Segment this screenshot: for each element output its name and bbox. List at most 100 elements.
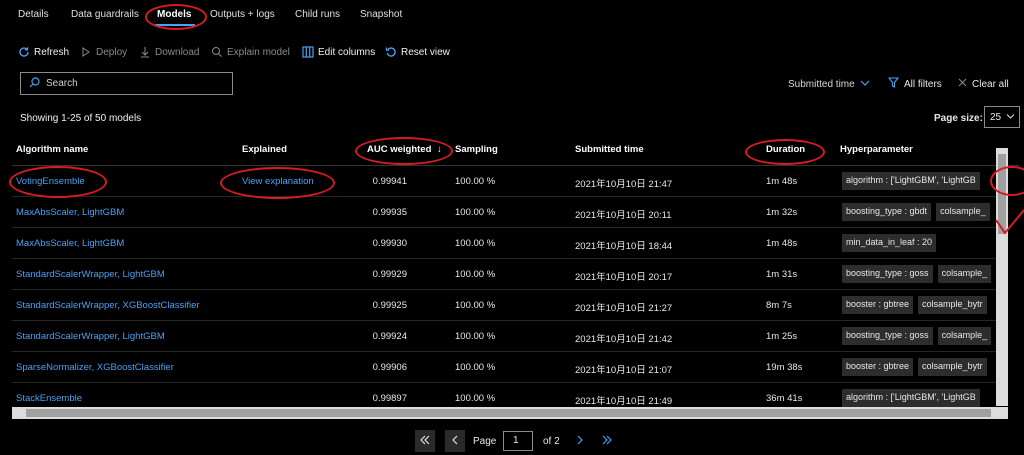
duration-value: 1m 48s: [766, 176, 798, 187]
pagination: Page 1 of 2: [415, 430, 625, 452]
tab-snapshot[interactable]: Snapshot: [360, 9, 402, 20]
duration-value: 1m 48s: [766, 238, 798, 249]
all-filters-button[interactable]: All filters: [887, 77, 942, 91]
table-row[interactable]: SparseNormalizer, XGBoostClassifier 0.999…: [12, 352, 1009, 383]
all-filters-label: All filters: [904, 78, 942, 90]
explain-model-button[interactable]: Explain model: [211, 45, 290, 59]
algorithm-link[interactable]: MaxAbsScaler, LightGBM: [16, 238, 124, 249]
results-count: Showing 1-25 of 50 models: [20, 113, 142, 124]
table-row[interactable]: StandardScalerWrapper, LightGBM 0.99929 10…: [12, 259, 1009, 290]
submitted-time-value: 2021年10月10日 21:07: [575, 365, 673, 376]
deploy-button[interactable]: Deploy: [80, 45, 127, 59]
toolbar: Refresh Deploy Download Explain model Ed…: [0, 40, 1024, 62]
search-icon: [29, 76, 40, 91]
sampling-value: 100.00 %: [455, 300, 496, 311]
submitted-time-value: 2021年10月10日 21:49: [575, 396, 673, 407]
reset-view-label: Reset view: [401, 46, 450, 58]
hyperparameter-chips: min_data_in_leaf : 20: [842, 234, 1000, 252]
col-header-submitted[interactable]: Submitted time: [575, 144, 644, 155]
tab-outputs-logs[interactable]: Outputs + logs: [210, 9, 275, 20]
sampling-value: 100.00 %: [455, 331, 496, 342]
reset-icon: [385, 46, 397, 58]
algorithm-link[interactable]: StandardScalerWrapper, LightGBM: [16, 269, 165, 280]
hyperparameter-chip: colsample_: [936, 203, 990, 221]
tab-details[interactable]: Details: [18, 9, 49, 20]
chevron-left-icon: [451, 435, 459, 448]
auc-value: 0.99906: [372, 362, 407, 373]
col-header-hyperparameter[interactable]: Hyperparameter: [840, 144, 913, 155]
columns-icon: [302, 46, 314, 58]
tab-data-guardrails[interactable]: Data guardrails: [71, 9, 139, 20]
duration-value: 36m 41s: [766, 393, 803, 404]
auc-value: 0.99941: [372, 176, 407, 187]
annotation-checkmark: [995, 209, 1024, 235]
auc-value: 0.99897: [372, 393, 407, 404]
page-size-label: Page size:: [934, 113, 983, 124]
sampling-value: 100.00 %: [455, 238, 496, 249]
sampling-value: 100.00 %: [455, 269, 496, 280]
download-button[interactable]: Download: [139, 45, 199, 59]
algorithm-link[interactable]: SparseNormalizer, XGBoostClassifier: [16, 362, 174, 373]
duration-value: 19m 38s: [766, 362, 803, 373]
previous-page-button[interactable]: [445, 430, 465, 452]
hyperparameter-chip: colsample_: [937, 327, 992, 345]
refresh-button[interactable]: Refresh: [18, 45, 69, 59]
algorithm-link[interactable]: StandardScalerWrapper, LightGBM: [16, 331, 165, 342]
reset-view-button[interactable]: Reset view: [385, 45, 450, 59]
table-row[interactable]: MaxAbsScaler, LightGBM 0.99935 100.00 % 202…: [12, 197, 1009, 228]
hyperparameter-chips: algorithm : ['LightGBM', 'LightGB: [842, 172, 1000, 190]
last-page-button[interactable]: [597, 430, 617, 452]
annotation-ellipse-auc: [355, 137, 453, 165]
horizontal-scroll-thumb[interactable]: [26, 409, 991, 417]
chevron-right-icon: [576, 435, 584, 448]
page-size-select[interactable]: 25: [984, 106, 1020, 128]
first-page-button[interactable]: [415, 430, 435, 452]
hyperparameter-chip: boosting_type : gbdt: [842, 203, 932, 221]
sampling-value: 100.00 %: [455, 362, 496, 373]
submitted-time-value: 2021年10月10日 21:27: [575, 303, 673, 314]
table-row[interactable]: VotingEnsemble View explanation 0.99941 100…: [12, 166, 1009, 197]
hyperparameter-chip: min_data_in_leaf : 20: [842, 234, 937, 252]
algorithm-link[interactable]: MaxAbsScaler, LightGBM: [16, 207, 124, 218]
next-page-button[interactable]: [570, 430, 590, 452]
submitted-time-value: 2021年10月10日 18:44: [575, 241, 673, 252]
duration-value: 1m 25s: [766, 331, 798, 342]
magnifier-icon: [211, 46, 223, 58]
col-header-sampling[interactable]: Sampling: [455, 144, 498, 155]
hyperparameter-chip: colsample_bytr: [918, 358, 987, 376]
page-size-value: 25: [990, 111, 1002, 123]
hyperparameter-chips: algorithm : ['LightGBM', 'LightGB: [842, 389, 1000, 407]
algorithm-link[interactable]: StandardScalerWrapper, XGBoostClassifier: [16, 300, 200, 311]
page-number-input[interactable]: 1: [503, 431, 533, 451]
edit-columns-button[interactable]: Edit columns: [302, 45, 375, 59]
auc-value: 0.99929: [372, 269, 407, 280]
explain-model-label: Explain model: [227, 46, 290, 58]
hyperparameter-chips: boosting_type : gbdt colsample_: [842, 203, 1000, 221]
table-row[interactable]: StandardScalerWrapper, LightGBM 0.99924 10…: [12, 321, 1009, 352]
horizontal-scrollbar[interactable]: [12, 407, 1008, 419]
annotation-ellipse-duration: [745, 139, 825, 165]
duration-value: 1m 31s: [766, 269, 798, 280]
search-input[interactable]: Search: [20, 72, 233, 95]
col-header-explained[interactable]: Explained: [242, 144, 287, 155]
col-header-algorithm[interactable]: Algorithm name: [16, 144, 88, 155]
hyperparameter-chip: algorithm : ['LightGBM', 'LightGB: [842, 389, 980, 407]
sort-dropdown[interactable]: Submitted time: [788, 77, 870, 91]
chevron-down-icon: [1006, 112, 1015, 123]
double-chevron-left-icon: [419, 435, 431, 448]
play-icon: [80, 46, 92, 58]
table-row[interactable]: StandardScalerWrapper, XGBoostClassifier…: [12, 290, 1009, 321]
sort-label: Submitted time: [788, 78, 855, 90]
sampling-value: 100.00 %: [455, 176, 496, 187]
hyperparameter-chips: booster : gbtree colsample_bytr: [842, 358, 1000, 376]
auc-value: 0.99924: [372, 331, 407, 342]
annotation-ellipse-models-tab: [145, 4, 207, 30]
tab-child-runs[interactable]: Child runs: [295, 9, 340, 20]
duration-value: 8m 7s: [766, 300, 792, 311]
auc-value: 0.99925: [372, 300, 407, 311]
table-row[interactable]: MaxAbsScaler, LightGBM 0.99930 100.00 % 202…: [12, 228, 1009, 259]
hyperparameter-chip: algorithm : ['LightGBM', 'LightGB: [842, 172, 980, 190]
chevron-down-icon: [860, 79, 870, 90]
clear-all-button[interactable]: Clear all: [958, 77, 1009, 91]
algorithm-link[interactable]: StackEnsemble: [16, 393, 82, 404]
